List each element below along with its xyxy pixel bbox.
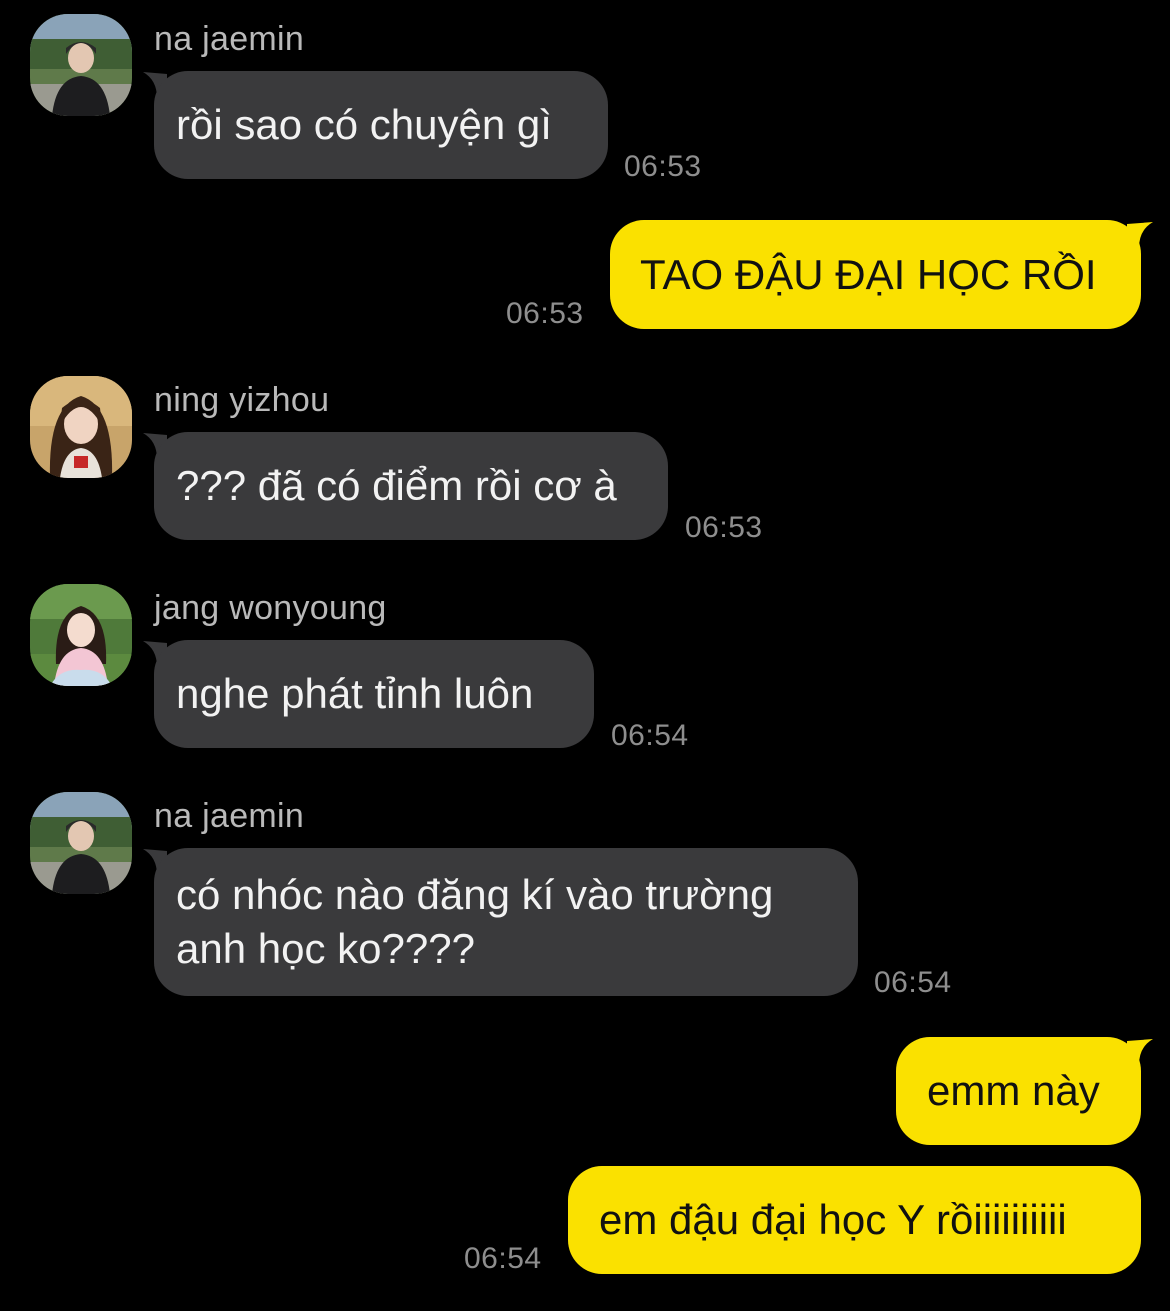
message-text: em đậu đại học Y rồiiiiiiiiii bbox=[599, 1196, 1067, 1243]
avatar[interactable] bbox=[30, 14, 132, 116]
avatar[interactable] bbox=[30, 792, 132, 894]
bubble-tail bbox=[1127, 222, 1153, 248]
sender-name: na jaemin bbox=[154, 797, 305, 835]
message-timestamp: 06:54 bbox=[464, 1242, 542, 1275]
message-text: emm này bbox=[927, 1067, 1100, 1114]
bubble-tail bbox=[1127, 1039, 1153, 1065]
message-text: TAO ĐẬU ĐẠI HỌC RỒI bbox=[640, 250, 1097, 298]
message-bubble[interactable]: có nhóc nào đăng kí vào trường anh học k… bbox=[154, 848, 858, 996]
avatar[interactable] bbox=[30, 584, 132, 686]
message-timestamp: 06:54 bbox=[611, 719, 689, 752]
message-timestamp: 06:54 bbox=[874, 966, 952, 999]
message-bubble[interactable]: emm này bbox=[896, 1037, 1141, 1145]
message-bubble[interactable]: nghe phát tỉnh luôn bbox=[154, 640, 594, 748]
sender-name: jang wonyoung bbox=[154, 589, 387, 627]
message-timestamp: 06:53 bbox=[624, 150, 702, 183]
sender-name: ning yizhou bbox=[154, 381, 330, 419]
sender-name: na jaemin bbox=[154, 20, 305, 58]
avatar-photo-icon bbox=[30, 14, 132, 116]
message-timestamp: 06:53 bbox=[506, 297, 584, 330]
message-timestamp: 06:53 bbox=[685, 511, 763, 544]
avatar-photo-icon bbox=[30, 376, 132, 478]
avatar-photo-icon bbox=[30, 792, 132, 894]
message-text: ??? đã có điểm rồi cơ à bbox=[176, 462, 617, 509]
message-bubble[interactable]: em đậu đại học Y rồiiiiiiiiii bbox=[568, 1166, 1141, 1274]
message-text: có nhóc nào đăng kí vào trường anh học k… bbox=[176, 871, 774, 972]
avatar[interactable] bbox=[30, 376, 132, 478]
avatar-photo-icon bbox=[30, 584, 132, 686]
message-bubble[interactable]: rồi sao có chuyện gì bbox=[154, 71, 608, 179]
message-bubble[interactable]: TAO ĐẬU ĐẠI HỌC RỒI bbox=[610, 220, 1141, 329]
message-text: nghe phát tỉnh luôn bbox=[176, 670, 534, 717]
message-text: rồi sao có chuyện gì bbox=[176, 101, 552, 148]
message-bubble[interactable]: ??? đã có điểm rồi cơ à bbox=[154, 432, 668, 540]
